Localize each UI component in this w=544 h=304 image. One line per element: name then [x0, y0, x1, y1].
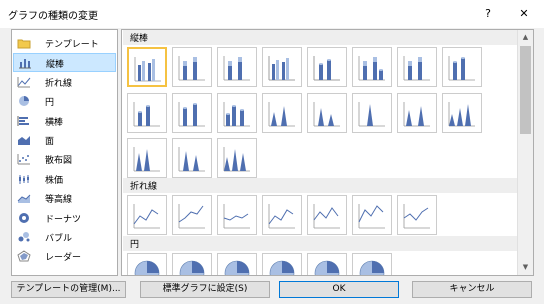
column-chart-type-thumbnail[interactable] [352, 47, 392, 87]
chart-category-label: 散布図 [45, 156, 73, 167]
chart-category-label: 等高線 [45, 195, 73, 206]
line-chart-type-thumbnail[interactable] [127, 195, 167, 235]
scrollbar-thumb[interactable] [520, 46, 531, 134]
bar-chart-icon [17, 115, 31, 127]
bubble-chart-icon [17, 231, 31, 243]
radar-chart-icon [17, 250, 31, 262]
pie-chart-type-thumbnail[interactable] [127, 253, 167, 275]
column-chart-type-thumbnail[interactable] [442, 93, 482, 133]
manage-templates-button[interactable]: テンプレートの管理(M)... [11, 281, 126, 298]
chart-category-label: 円 [45, 98, 55, 109]
line-chart-icon [17, 76, 31, 88]
section-label: 縦棒 [130, 34, 149, 44]
section-header-line: 折れ線 [123, 178, 517, 193]
pie-chart-type-thumbnail[interactable] [352, 253, 392, 275]
section-header-pie: 円 [123, 236, 517, 251]
section-label: 折れ線 [130, 182, 158, 192]
pie-chart-type-thumbnail[interactable] [262, 253, 302, 275]
column-chart-type-thumbnail[interactable] [172, 47, 212, 87]
folder-icon [17, 37, 31, 49]
chart-category-item[interactable]: 株価 [13, 170, 116, 189]
chart-category-item[interactable]: 等高線 [13, 189, 116, 208]
close-button[interactable]: ✕ [514, 4, 534, 24]
chart-category-label: ドーナツ [45, 214, 82, 225]
column-chart-type-thumbnail[interactable] [397, 47, 437, 87]
pie-chart-type-thumbnail[interactable] [217, 253, 257, 275]
chart-category-label: 縦棒 [46, 60, 65, 71]
column-chart-type-thumbnail[interactable] [217, 47, 257, 87]
column-chart-type-thumbnail[interactable] [127, 47, 167, 87]
stock-chart-icon [17, 173, 31, 185]
chart-category-label: 横棒 [45, 117, 64, 128]
column-chart-type-thumbnail[interactable] [172, 93, 212, 133]
column-chart-type-thumbnail[interactable] [352, 93, 392, 133]
column-chart-type-thumbnail[interactable] [262, 93, 302, 133]
chart-category-item[interactable]: 縦棒 [13, 53, 116, 73]
chart-category-list: テンプレート 縦棒折れ線円横棒面散布図株価等高線ドーナツバブルレーダー [11, 29, 118, 276]
chart-category-item[interactable]: 面 [13, 131, 116, 150]
chart-gallery: 縦棒折れ線円 ▲ ▼ [121, 29, 534, 276]
ok-button[interactable]: OK [279, 281, 399, 298]
surface-chart-icon [17, 192, 31, 204]
column-chart-type-thumbnail[interactable] [172, 138, 212, 178]
doughnut-chart-icon [17, 212, 31, 224]
line-chart-type-thumbnail[interactable] [172, 195, 212, 235]
dialog-title: グラフの種類の変更 [8, 11, 98, 22]
line-chart-type-thumbnail[interactable] [262, 195, 302, 235]
scatter-chart-icon [17, 153, 31, 165]
chart-category-item[interactable]: 折れ線 [13, 73, 116, 92]
chart-category-label: バブル [45, 234, 73, 244]
chart-category-item[interactable]: ドーナツ [13, 209, 116, 228]
column-chart-type-thumbnail[interactable] [127, 138, 167, 178]
chart-category-item[interactable]: バブル [13, 228, 116, 247]
section-header-column: 縦棒 [123, 30, 517, 45]
gallery-scrollbar[interactable]: ▲ ▼ [517, 30, 533, 275]
line-chart-type-thumbnail[interactable] [352, 195, 392, 235]
scroll-up-icon[interactable]: ▲ [521, 33, 530, 42]
help-button[interactable]: ? [478, 4, 498, 24]
set-default-chart-button[interactable]: 標準グラフに設定(S) [140, 281, 270, 298]
chart-category-label: 面 [45, 137, 55, 147]
chart-category-item[interactable]: レーダー [13, 247, 116, 266]
line-chart-type-thumbnail[interactable] [307, 195, 347, 235]
column-chart-type-thumbnail[interactable] [127, 93, 167, 133]
pie-chart-icon [17, 95, 31, 107]
scroll-down-icon[interactable]: ▼ [521, 263, 530, 272]
chart-category-item[interactable]: 散布図 [13, 150, 116, 169]
column-chart-type-thumbnail[interactable] [307, 47, 347, 87]
pie-chart-type-thumbnail[interactable] [307, 253, 347, 275]
column-chart-icon [18, 57, 32, 69]
title-bar: グラフの種類の変更 ? ✕ [0, 0, 544, 28]
section-label: 円 [130, 240, 140, 250]
column-chart-type-thumbnail[interactable] [397, 93, 437, 133]
column-chart-type-thumbnail[interactable] [217, 138, 257, 178]
cancel-button[interactable]: キャンセル [412, 281, 532, 298]
line-chart-type-thumbnail[interactable] [217, 195, 257, 235]
column-chart-type-thumbnail[interactable] [307, 93, 347, 133]
chart-category-label: テンプレート [45, 40, 99, 50]
pie-chart-type-thumbnail[interactable] [172, 253, 212, 275]
chart-category-label: 折れ線 [45, 78, 73, 89]
column-chart-type-thumbnail[interactable] [262, 47, 302, 87]
area-chart-icon [17, 134, 31, 146]
line-chart-type-thumbnail[interactable] [397, 195, 437, 235]
chart-category-label: レーダー [45, 253, 82, 264]
chart-category-item[interactable]: テンプレート [13, 34, 116, 53]
column-chart-type-thumbnail[interactable] [217, 93, 257, 133]
chart-category-item[interactable]: 横棒 [13, 112, 116, 131]
column-chart-type-thumbnail[interactable] [442, 47, 482, 87]
chart-category-label: 株価 [45, 175, 64, 186]
chart-category-item[interactable]: 円 [13, 92, 116, 111]
